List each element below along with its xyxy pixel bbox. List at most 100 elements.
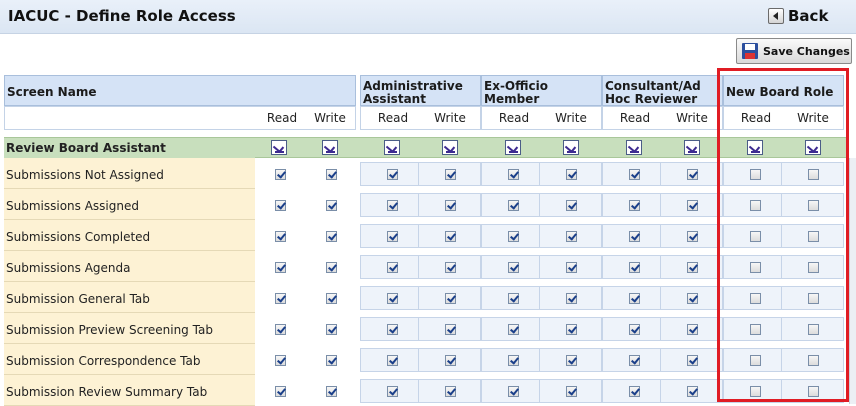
read-checkbox[interactable]: [275, 231, 286, 242]
read-checkbox[interactable]: [508, 324, 519, 335]
read-checkbox[interactable]: [275, 355, 286, 366]
read-checkbox[interactable]: [275, 262, 286, 273]
read-checkbox[interactable]: [750, 231, 761, 242]
read-checkbox[interactable]: [387, 324, 398, 335]
read-checkbox[interactable]: [629, 231, 640, 242]
read-checkbox[interactable]: [750, 324, 761, 335]
read-checkbox[interactable]: [275, 169, 286, 180]
write-checkbox[interactable]: [808, 324, 819, 335]
write-checkbox[interactable]: [566, 262, 577, 273]
write-checkbox[interactable]: [566, 169, 577, 180]
read-checkbox[interactable]: [275, 200, 286, 211]
write-checkbox[interactable]: [445, 293, 456, 304]
write-checkbox[interactable]: [445, 324, 456, 335]
read-checkbox[interactable]: [387, 231, 398, 242]
role-cell-group-administrative-assistant: [360, 193, 481, 217]
read-checkbox[interactable]: [629, 200, 640, 211]
role-cell-group-consultant-ad-hoc-reviewer: [602, 317, 723, 341]
bulk-check-read-administrative-assistant[interactable]: [384, 140, 400, 155]
write-checkbox[interactable]: [326, 324, 337, 335]
write-checkbox[interactable]: [445, 355, 456, 366]
read-checkbox[interactable]: [750, 200, 761, 211]
read-checkbox[interactable]: [508, 262, 519, 273]
bulk-check-read-ex-officio-member[interactable]: [505, 140, 521, 155]
write-checkbox[interactable]: [808, 169, 819, 180]
read-column-label: Read: [498, 111, 530, 125]
write-checkbox[interactable]: [808, 293, 819, 304]
read-checkbox[interactable]: [387, 200, 398, 211]
screen-name-cell: Submissions Not Assigned: [4, 158, 255, 189]
write-checkbox[interactable]: [687, 355, 698, 366]
read-checkbox[interactable]: [508, 386, 519, 397]
write-checkbox[interactable]: [687, 386, 698, 397]
read-checkbox[interactable]: [750, 169, 761, 180]
bulk-check-read-screen[interactable]: [271, 140, 287, 155]
bulk-check-read-consultant-ad-hoc-reviewer[interactable]: [626, 140, 642, 155]
save-changes-button[interactable]: Save Changes: [736, 38, 852, 64]
bulk-check-write-new-board-role[interactable]: [805, 140, 821, 155]
write-checkbox[interactable]: [445, 262, 456, 273]
write-checkbox[interactable]: [566, 200, 577, 211]
read-checkbox[interactable]: [629, 262, 640, 273]
read-checkbox[interactable]: [387, 262, 398, 273]
read-checkbox[interactable]: [629, 293, 640, 304]
read-checkbox[interactable]: [750, 386, 761, 397]
read-checkbox[interactable]: [750, 293, 761, 304]
write-checkbox[interactable]: [326, 293, 337, 304]
write-checkbox[interactable]: [566, 355, 577, 366]
vertical-scrollbar[interactable]: [849, 158, 856, 404]
write-checkbox[interactable]: [808, 200, 819, 211]
write-checkbox[interactable]: [566, 231, 577, 242]
read-checkbox[interactable]: [387, 169, 398, 180]
read-checkbox[interactable]: [387, 293, 398, 304]
write-checkbox[interactable]: [445, 169, 456, 180]
read-checkbox[interactable]: [508, 355, 519, 366]
write-checkbox[interactable]: [687, 293, 698, 304]
read-checkbox[interactable]: [387, 355, 398, 366]
write-checkbox[interactable]: [445, 200, 456, 211]
back-button[interactable]: Back: [768, 6, 828, 26]
read-checkbox[interactable]: [750, 262, 761, 273]
table-row: Submission Preview Screening Tab: [0, 313, 849, 344]
write-checkbox[interactable]: [445, 231, 456, 242]
write-checkbox[interactable]: [566, 324, 577, 335]
write-checkbox[interactable]: [808, 231, 819, 242]
read-checkbox[interactable]: [275, 293, 286, 304]
screen-name-cell: Submissions Assigned: [4, 189, 255, 220]
write-checkbox[interactable]: [687, 169, 698, 180]
read-checkbox[interactable]: [629, 386, 640, 397]
read-checkbox[interactable]: [508, 293, 519, 304]
read-checkbox[interactable]: [750, 355, 761, 366]
write-checkbox[interactable]: [808, 386, 819, 397]
write-checkbox[interactable]: [326, 200, 337, 211]
write-checkbox[interactable]: [326, 231, 337, 242]
read-checkbox[interactable]: [629, 324, 640, 335]
write-checkbox[interactable]: [566, 293, 577, 304]
write-checkbox[interactable]: [566, 386, 577, 397]
write-checkbox[interactable]: [326, 169, 337, 180]
write-checkbox[interactable]: [687, 324, 698, 335]
read-checkbox[interactable]: [387, 386, 398, 397]
bulk-check-write-screen[interactable]: [322, 140, 338, 155]
write-checkbox[interactable]: [687, 231, 698, 242]
write-checkbox[interactable]: [326, 386, 337, 397]
bulk-check-write-ex-officio-member[interactable]: [563, 140, 579, 155]
write-checkbox[interactable]: [808, 355, 819, 366]
read-checkbox[interactable]: [508, 231, 519, 242]
read-checkbox[interactable]: [275, 386, 286, 397]
read-checkbox[interactable]: [629, 169, 640, 180]
write-checkbox[interactable]: [445, 386, 456, 397]
write-checkbox[interactable]: [326, 262, 337, 273]
read-checkbox[interactable]: [508, 200, 519, 211]
write-checkbox[interactable]: [687, 262, 698, 273]
read-checkbox[interactable]: [629, 355, 640, 366]
role-cell-group-ex-officio-member: [481, 317, 602, 341]
write-checkbox[interactable]: [326, 355, 337, 366]
write-checkbox[interactable]: [687, 200, 698, 211]
read-checkbox[interactable]: [508, 169, 519, 180]
bulk-check-write-administrative-assistant[interactable]: [442, 140, 458, 155]
bulk-check-write-consultant-ad-hoc-reviewer[interactable]: [684, 140, 700, 155]
read-checkbox[interactable]: [275, 324, 286, 335]
bulk-check-read-new-board-role[interactable]: [747, 140, 763, 155]
write-checkbox[interactable]: [808, 262, 819, 273]
